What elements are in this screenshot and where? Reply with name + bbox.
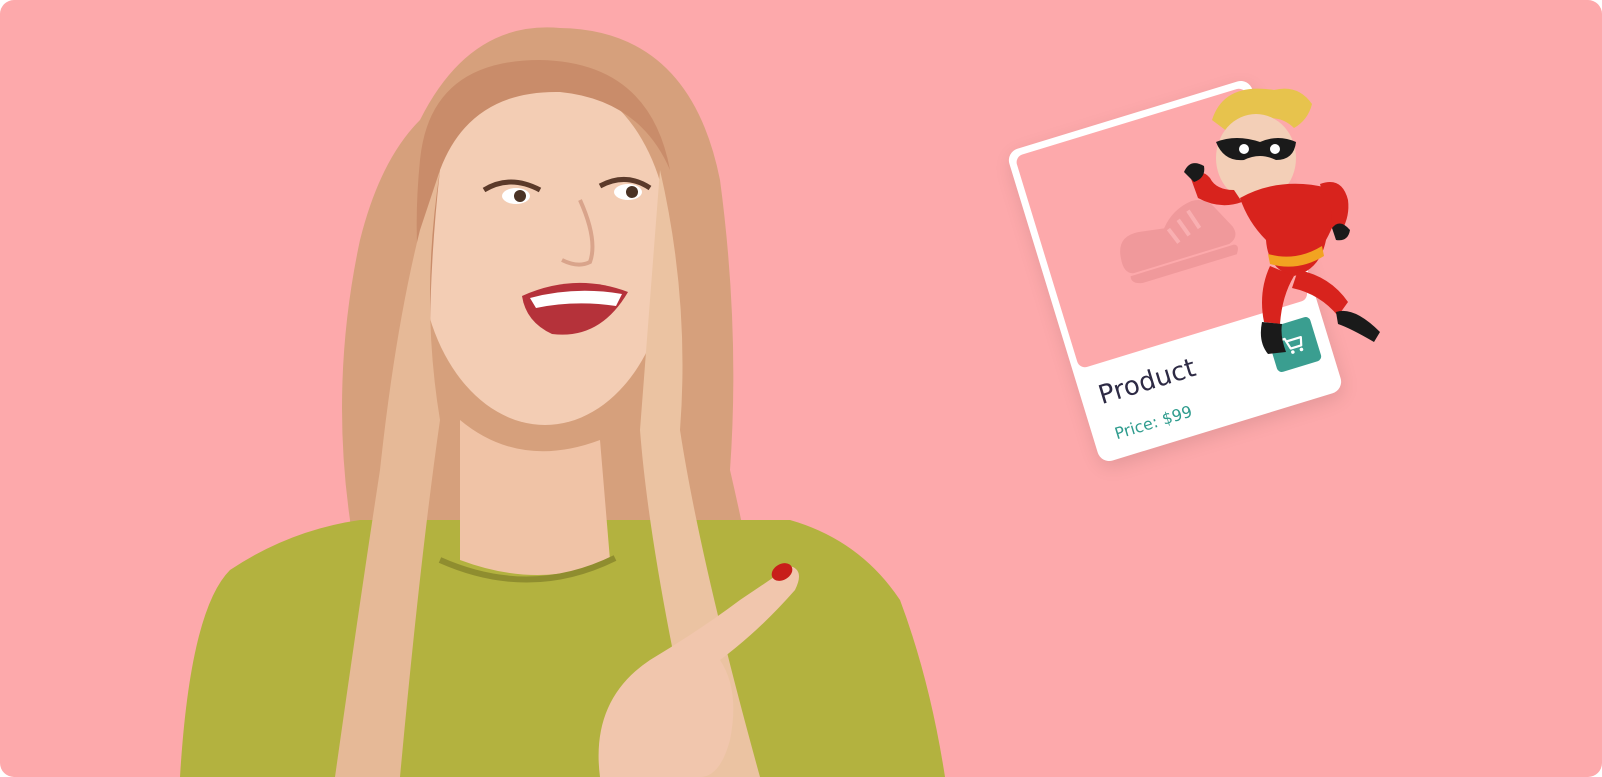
superhero-mascot (1184, 88, 1380, 354)
product-price: Price: $99 (1112, 401, 1195, 444)
hero-banner: Product Price: $99 (0, 0, 1602, 777)
